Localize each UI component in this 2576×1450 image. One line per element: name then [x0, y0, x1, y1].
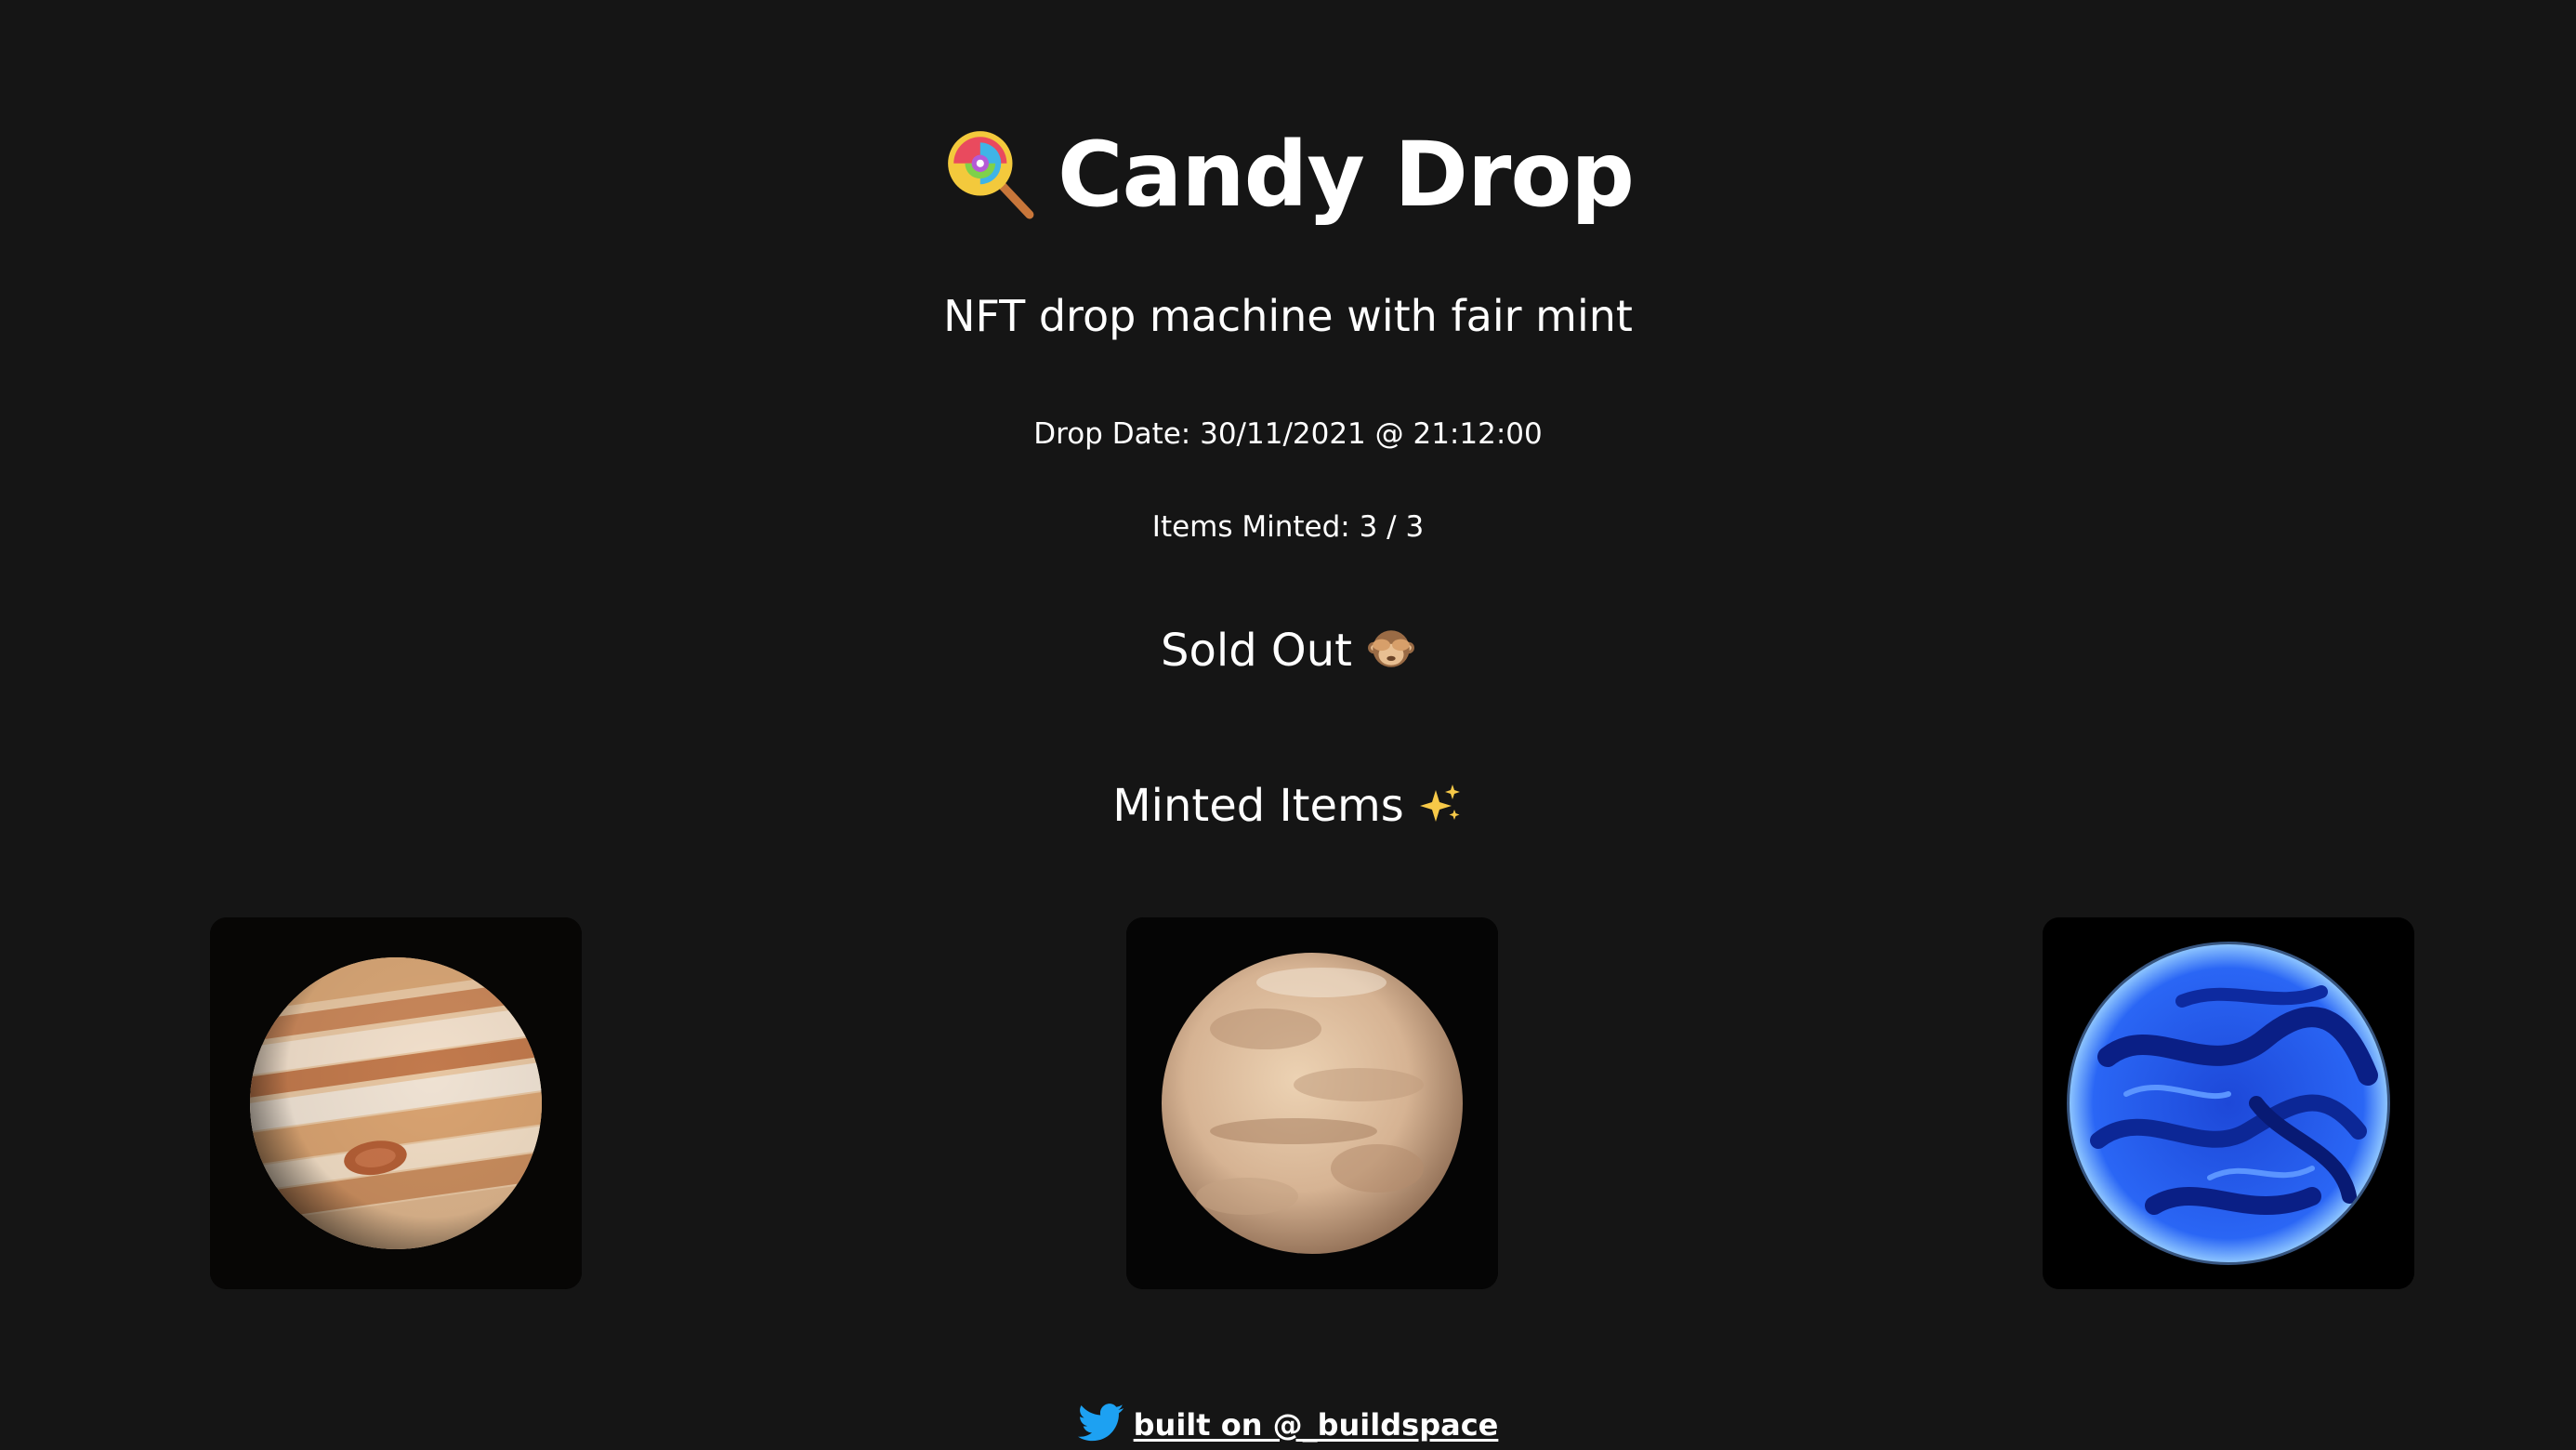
- see-no-evil-monkey-icon: [1352, 625, 1415, 677]
- nft-card-jupiter[interactable]: [210, 917, 582, 1289]
- nft-card-mars[interactable]: [1126, 917, 1498, 1289]
- page: Candy Drop NFT drop machine with fair mi…: [0, 0, 2576, 1450]
- footer: built on @_buildspace: [0, 1399, 2576, 1450]
- sold-out-status: Sold Out: [0, 618, 2576, 683]
- blue-planet-image: [2043, 917, 2414, 1289]
- drop-date: Drop Date: 30/11/2021 @ 21:12:00: [1033, 417, 1543, 451]
- page-subtitle: NFT drop machine with fair mint: [943, 291, 1633, 341]
- nft-card-blue-planet[interactable]: [2043, 917, 2414, 1289]
- items-minted-row: Items Minted: 3 / 3: [0, 507, 2576, 547]
- drop-date-row: Drop Date: 30/11/2021 @ 21:12:00: [0, 414, 2576, 455]
- lollipop-icon: [942, 125, 1058, 224]
- sold-out-label: Sold Out: [1161, 625, 1352, 677]
- buildspace-link[interactable]: built on @_buildspace: [1134, 1407, 1499, 1443]
- page-title: Candy Drop: [1058, 123, 1635, 227]
- mars-image: [1126, 917, 1498, 1289]
- twitter-bird-icon: [1077, 1404, 1134, 1446]
- minted-items-heading: Minted Items: [0, 773, 2576, 838]
- sparkles-icon: [1404, 781, 1464, 831]
- minted-items-title: Minted Items: [1112, 780, 1404, 832]
- jupiter-image: [210, 917, 582, 1289]
- header: Candy Drop: [0, 119, 2576, 231]
- items-minted: Items Minted: 3 / 3: [1151, 510, 1425, 544]
- subtitle-row: NFT drop machine with fair mint: [0, 283, 2576, 349]
